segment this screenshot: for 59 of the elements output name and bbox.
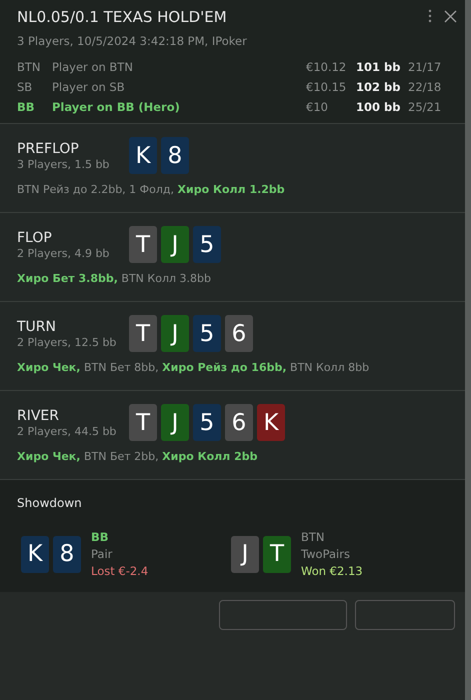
street-name: TURN (17, 319, 57, 335)
player-money: €10.12 (306, 60, 348, 74)
street-info: 2 Players, 44.5 bb (17, 425, 117, 438)
playing-card: 6 (225, 315, 253, 352)
playing-card: K (129, 137, 157, 174)
street-name: FLOP (17, 230, 53, 246)
player-position: SB (17, 80, 34, 94)
footer-button[interactable] (219, 600, 347, 630)
street-name: PREFLOP (17, 141, 80, 157)
playing-card: 5 (193, 315, 221, 352)
player-money: €10.15 (306, 80, 348, 94)
playing-card: T (263, 536, 291, 572)
playing-card: 8 (53, 536, 81, 572)
hand-rank: Pair (91, 547, 114, 561)
street-info: 2 Players, 12.5 bb (17, 336, 117, 349)
player-stack: 102 bb (356, 80, 402, 94)
playing-card: T (129, 226, 157, 263)
player-position: BTN (17, 60, 42, 74)
player-stack: 100 bb (356, 100, 402, 114)
hand-result: Won €2.13 (301, 564, 363, 578)
player-name: Player on BTN (52, 60, 134, 74)
hand-rank: TwoPairs (301, 547, 351, 561)
street-info: 3 Players, 1.5 bb (17, 158, 110, 171)
hand-subtitle: 3 Players, 10/5/2024 3:42:18 PM, IPoker (17, 34, 248, 48)
player-stack: 101 bb (356, 60, 402, 74)
hand-position: BTN (301, 530, 326, 544)
scrollbar[interactable] (465, 0, 471, 700)
playing-card: J (161, 315, 189, 352)
player-name: Player on SB (52, 80, 126, 94)
playing-card: J (161, 404, 189, 441)
street-name: RIVER (17, 408, 60, 424)
playing-card: K (21, 536, 49, 572)
street-actions: Хиро Чек, BTN Бет 8bb, Хиро Рейз до 16bb, BTN Колл 8bb (17, 361, 370, 374)
showdown-title: Showdown (17, 496, 83, 510)
playing-card: J (161, 226, 189, 263)
close-icon[interactable] (444, 10, 457, 22)
playing-card: T (129, 315, 157, 352)
player-position: BB (17, 100, 36, 114)
playing-card: 8 (161, 137, 189, 174)
hand-result: Lost €-2.4 (91, 564, 148, 578)
player-stats: 21/17 (408, 60, 442, 74)
playing-card: T (129, 404, 157, 441)
street-actions: BTN Рейз до 2.2bb, 1 Фолд, Хиро Колл 1.2bb (17, 183, 286, 196)
hand-position: BB (91, 530, 110, 544)
hand-title: NL0.05/0.1 TEXAS HOLD'EM (17, 8, 227, 26)
playing-card: 5 (193, 226, 221, 263)
player-stats: 25/21 (408, 100, 442, 114)
playing-card: 6 (225, 404, 253, 441)
playing-card: K (257, 404, 285, 441)
player-money: €10 (306, 100, 329, 114)
footer-button[interactable] (355, 600, 455, 630)
player-stats: 22/18 (408, 80, 442, 94)
playing-card: J (231, 536, 259, 572)
player-name: Player on BB (Hero) (52, 100, 181, 114)
playing-card: 5 (193, 404, 221, 441)
street-actions: Хиро Чек, BTN Бет 2bb, Хиро Колл 2bb (17, 450, 258, 463)
street-info: 2 Players, 4.9 bb (17, 247, 110, 260)
street-actions: Хиро Бет 3.8bb, BTN Колл 3.8bb (17, 272, 212, 285)
more-menu-icon[interactable] (428, 9, 432, 23)
